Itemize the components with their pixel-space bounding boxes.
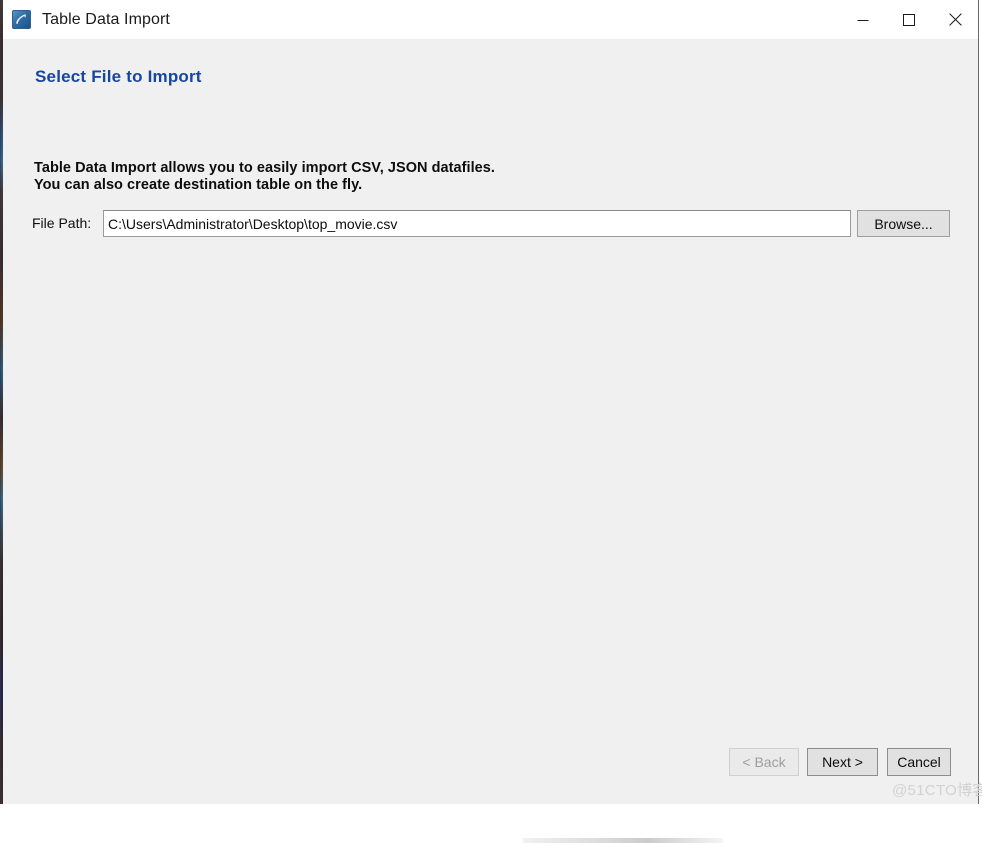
intro-line-1: Table Data Import allows you to easily i… [34,160,495,176]
back-button[interactable]: < Back [729,748,799,776]
browse-button[interactable]: Browse... [857,210,950,237]
intro-description: Table Data Import allows you to easily i… [34,160,495,194]
file-path-input[interactable] [103,210,851,237]
workbench-dolphin-icon [12,10,31,29]
bottom-edge-artifact [523,838,723,843]
page-title: Select File to Import [35,67,202,86]
table-data-import-dialog: Table Data Import Select File to Import … [3,0,982,843]
cancel-button[interactable]: Cancel [887,748,951,776]
title-bar: Table Data Import [3,0,978,39]
file-path-row: File Path: Browse... [3,210,978,238]
maximize-icon[interactable] [886,0,932,39]
watermark: @51CTO博客 [892,782,982,799]
window-controls [840,0,978,39]
footer-buttons: < Back Next > Cancel [3,748,978,778]
intro-line-2: You can also create destination table on… [34,177,363,193]
minimize-icon[interactable] [840,0,886,39]
next-button[interactable]: Next > [807,748,878,776]
close-icon[interactable] [932,0,978,39]
content-panel: Select File to Import Table Data Import … [3,39,982,843]
file-path-label: File Path: [32,215,92,231]
window-title: Table Data Import [42,10,170,28]
